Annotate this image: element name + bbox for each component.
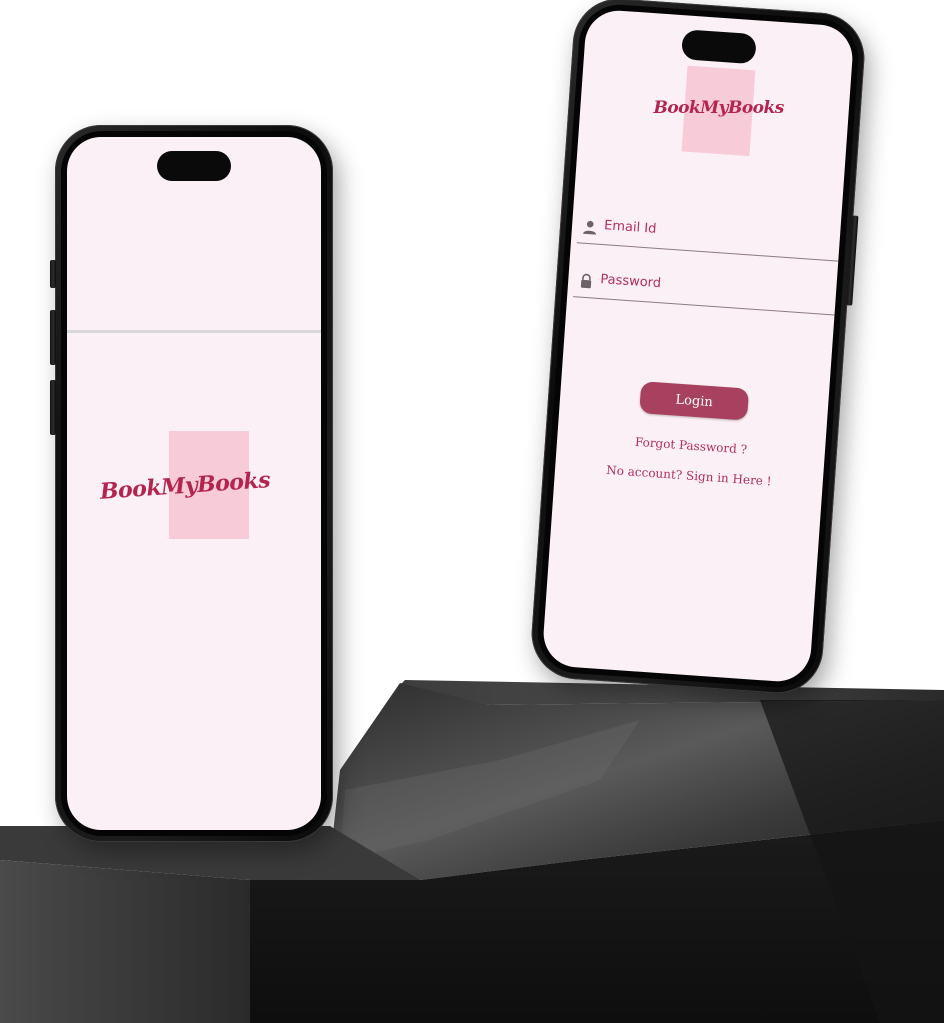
- email-field[interactable]: Email Id: [576, 212, 841, 262]
- phone-login: BookMyBooks Email Id Password Login Forg…: [528, 0, 868, 697]
- login-button[interactable]: Login: [639, 381, 750, 421]
- login-screen: BookMyBooks Email Id Password Login Forg…: [541, 8, 855, 684]
- password-field[interactable]: Password: [573, 266, 837, 316]
- mute-switch: [50, 260, 56, 288]
- volume-down-button: [50, 380, 56, 435]
- mockup-scene: BookMyBooks BookMyBooks Email Id Passwor…: [0, 0, 944, 1023]
- dynamic-island: [680, 29, 757, 65]
- email-placeholder: Email Id: [603, 218, 657, 237]
- password-placeholder: Password: [599, 272, 662, 292]
- volume-up-button: [50, 310, 56, 365]
- lock-icon: [580, 273, 592, 289]
- divider-line: [67, 330, 321, 333]
- app-logo-text: BookMyBooks: [653, 97, 784, 118]
- signup-link[interactable]: No account? Sign in Here !: [555, 459, 823, 492]
- forgot-password-link[interactable]: Forgot Password ?: [557, 429, 825, 462]
- phone-splash: BookMyBooks: [50, 125, 333, 842]
- person-icon: [583, 220, 597, 235]
- dynamic-island: [157, 151, 231, 181]
- splash-screen: BookMyBooks: [67, 137, 321, 830]
